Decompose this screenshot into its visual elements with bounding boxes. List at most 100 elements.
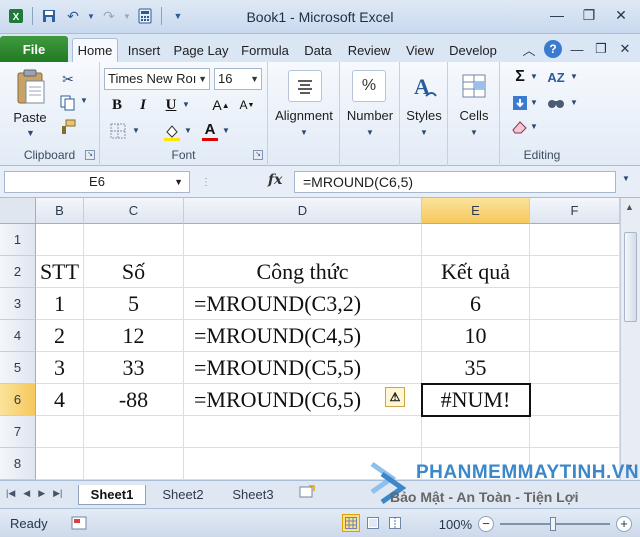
cell-d5[interactable]: =MROUND(C5,5) [184,352,422,384]
italic-icon[interactable]: I [134,96,152,114]
row-header-8[interactable]: 8 [0,448,36,480]
cell-c5[interactable]: 33 [84,352,184,384]
cell-c6[interactable]: -88 [84,384,184,416]
cell-f6[interactable] [530,384,620,416]
row-header-7[interactable]: 7 [0,416,36,448]
cell-d1[interactable] [184,224,422,256]
formula-input[interactable]: =MROUND(C6,5) [294,171,616,193]
sheet-tab-sheet1[interactable]: Sheet1 [78,485,146,505]
cell-d2[interactable]: Công thức [184,256,422,288]
font-name-dropdown-icon[interactable]: ▼ [198,69,207,89]
row-header-1[interactable]: 1 [0,224,36,256]
next-sheet-icon[interactable]: ▶ [38,488,45,499]
column-header-e[interactable]: E [422,198,530,224]
tab-formulas[interactable]: Formula [236,38,294,62]
normal-view-icon[interactable] [342,514,360,532]
alignment-icon[interactable] [288,70,322,102]
cell-b5[interactable]: 3 [36,352,84,384]
number-format-icon[interactable]: % [352,70,386,102]
minimize-icon[interactable]: — [542,4,572,26]
column-header-c[interactable]: C [84,198,184,224]
cell-f5[interactable] [530,352,620,384]
cell-b4[interactable]: 2 [36,320,84,352]
font-color-icon[interactable]: A [200,120,220,142]
sheet-tab-sheet3[interactable]: Sheet3 [220,485,286,505]
insert-sheet-icon[interactable] [296,485,318,505]
cell-f7[interactable] [530,416,620,448]
sheet-tab-sheet2[interactable]: Sheet2 [150,485,216,505]
cell-c3[interactable]: 5 [84,288,184,320]
number-dropdown-icon[interactable]: ▼ [366,128,374,137]
row-header-4[interactable]: 4 [0,320,36,352]
borders-dropdown-icon[interactable]: ▼ [132,126,140,135]
zoom-out-icon[interactable]: − [478,516,494,532]
cells-button[interactable]: Cells [448,108,500,123]
font-color-dropdown-icon[interactable]: ▼ [222,126,230,135]
underline-icon[interactable]: U [162,96,180,114]
cell-f4[interactable] [530,320,620,352]
sort-filter-icon[interactable]: AZ [544,68,568,86]
styles-icon[interactable]: A [408,70,440,102]
fill-color-dropdown-icon[interactable]: ▼ [184,126,192,135]
tab-home[interactable]: Home [72,38,118,62]
font-size-dropdown-icon[interactable]: ▼ [250,69,259,89]
workbook-close-icon[interactable]: ✕ [616,40,634,58]
tab-view[interactable]: View [400,38,440,62]
cell-b2[interactable]: STT [36,256,84,288]
cell-b6[interactable]: 4 [36,384,84,416]
insert-function-icon[interactable]: fx [268,172,282,188]
zoom-slider-thumb[interactable] [550,517,556,531]
page-layout-view-icon[interactable] [364,514,382,532]
column-header-d[interactable]: D [184,198,422,224]
workbook-minimize-icon[interactable]: — [568,40,586,58]
fill-dropdown-icon[interactable]: ▼ [530,98,538,107]
workbook-restore-icon[interactable]: ❐ [592,40,610,58]
fill-icon[interactable] [510,94,530,112]
cell-c7[interactable] [84,416,184,448]
column-header-b[interactable]: B [36,198,84,224]
cells-dropdown-icon[interactable]: ▼ [470,128,478,137]
vertical-scroll-thumb[interactable] [624,232,637,322]
find-select-icon[interactable] [544,94,568,112]
clear-dropdown-icon[interactable]: ▼ [530,122,538,131]
row-header-5[interactable]: 5 [0,352,36,384]
find-select-dropdown-icon[interactable]: ▼ [570,98,578,107]
autosum-icon[interactable]: Σ [510,68,530,86]
copy-dropdown-icon[interactable]: ▼ [80,96,88,105]
paste-icon[interactable] [12,68,48,108]
clear-icon[interactable] [510,118,530,136]
zoom-in-icon[interactable]: + [616,516,632,532]
macro-record-icon[interactable] [70,515,88,531]
tab-file[interactable]: File [0,36,68,62]
column-header-f[interactable]: F [530,198,620,224]
cell-c1[interactable] [84,224,184,256]
restore-icon[interactable]: ❐ [574,4,604,26]
cell-e7[interactable] [422,416,530,448]
tab-review[interactable]: Review [342,38,396,62]
cell-e5[interactable]: 35 [422,352,530,384]
first-sheet-icon[interactable]: |◀ [6,488,15,499]
styles-button[interactable]: Styles [400,108,448,123]
font-launcher-icon[interactable]: ↘ [253,150,263,160]
cell-e1[interactable] [422,224,530,256]
format-painter-icon[interactable] [58,118,78,136]
autosum-dropdown-icon[interactable]: ▼ [530,72,538,81]
cell-c2[interactable]: Số [84,256,184,288]
cell-e2[interactable]: Kết quả [422,256,530,288]
tab-data[interactable]: Data [298,38,338,62]
increase-font-icon[interactable]: A ▲ [210,96,232,114]
zoom-level[interactable]: 100% [439,517,472,532]
help-icon[interactable]: ? [544,40,562,58]
cell-d7[interactable] [184,416,422,448]
cell-d3[interactable]: =MROUND(C3,2) [184,288,422,320]
expand-formula-bar-icon[interactable]: ▼ [622,174,630,183]
formula-bar-resize-handle[interactable]: ⋮ [200,174,212,190]
cell-e4[interactable]: 10 [422,320,530,352]
zoom-slider[interactable] [500,517,610,531]
error-warning-icon[interactable]: ⚠ [385,387,405,407]
paste-button[interactable]: Paste [6,110,54,125]
cell-f1[interactable] [530,224,620,256]
row-header-3[interactable]: 3 [0,288,36,320]
sort-filter-dropdown-icon[interactable]: ▼ [570,72,578,81]
scroll-up-icon[interactable]: ▲ [625,202,634,212]
